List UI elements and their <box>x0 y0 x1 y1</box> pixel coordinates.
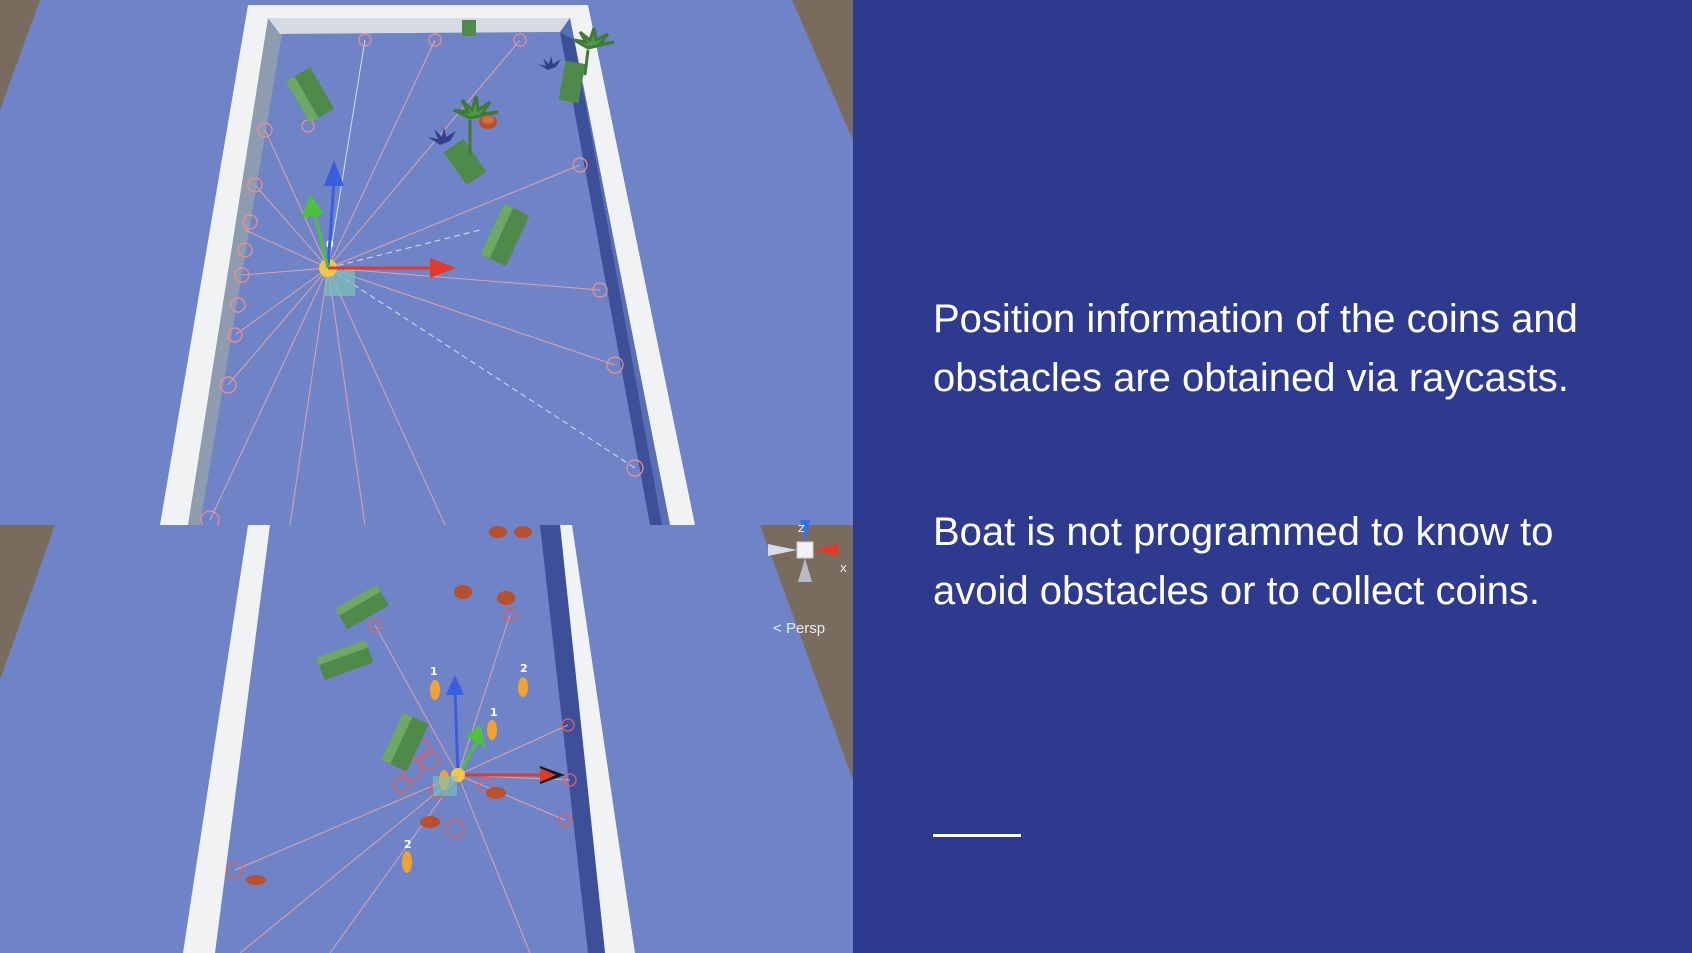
coin-icon <box>497 591 515 605</box>
agent-label: 2 <box>404 838 412 851</box>
agent-label: 2 <box>520 662 528 675</box>
axis-label-z: Z <box>798 524 805 535</box>
boat-icon <box>487 720 497 740</box>
paragraph-not-programmed: Boat is not programmed to know to avoid … <box>933 510 1554 613</box>
axis-label-x: X <box>840 564 847 575</box>
coin-icon <box>489 526 507 538</box>
agent-label: 1 <box>430 665 438 678</box>
projection-mode-text: Persp <box>785 620 826 637</box>
boat-icon <box>518 677 528 697</box>
accent-rule <box>933 834 1021 837</box>
coin-icon <box>479 115 497 129</box>
top-viewport[interactable]: 0 <box>0 0 853 530</box>
coin-icon <box>514 526 532 538</box>
slide-text-panel: Position information of the coins and ob… <box>853 0 1692 953</box>
agent-label: 1 <box>490 706 498 719</box>
coin-icon <box>486 787 506 799</box>
coin-icon <box>246 875 266 885</box>
coin-icon <box>420 816 440 828</box>
water-surface <box>0 525 853 953</box>
unity-scene-view[interactable]: 0 <box>0 0 853 953</box>
paragraph-raycasts: Position information of the coins and ob… <box>933 297 1578 400</box>
coin-icon <box>454 585 472 599</box>
projection-mode-label[interactable]: < Persp <box>773 620 825 637</box>
obstacle-block <box>462 20 476 36</box>
boat-icon <box>430 680 440 700</box>
bottom-viewport[interactable]: 1 2 1 2 Z X <box>0 520 853 953</box>
boat-icon <box>402 851 412 873</box>
